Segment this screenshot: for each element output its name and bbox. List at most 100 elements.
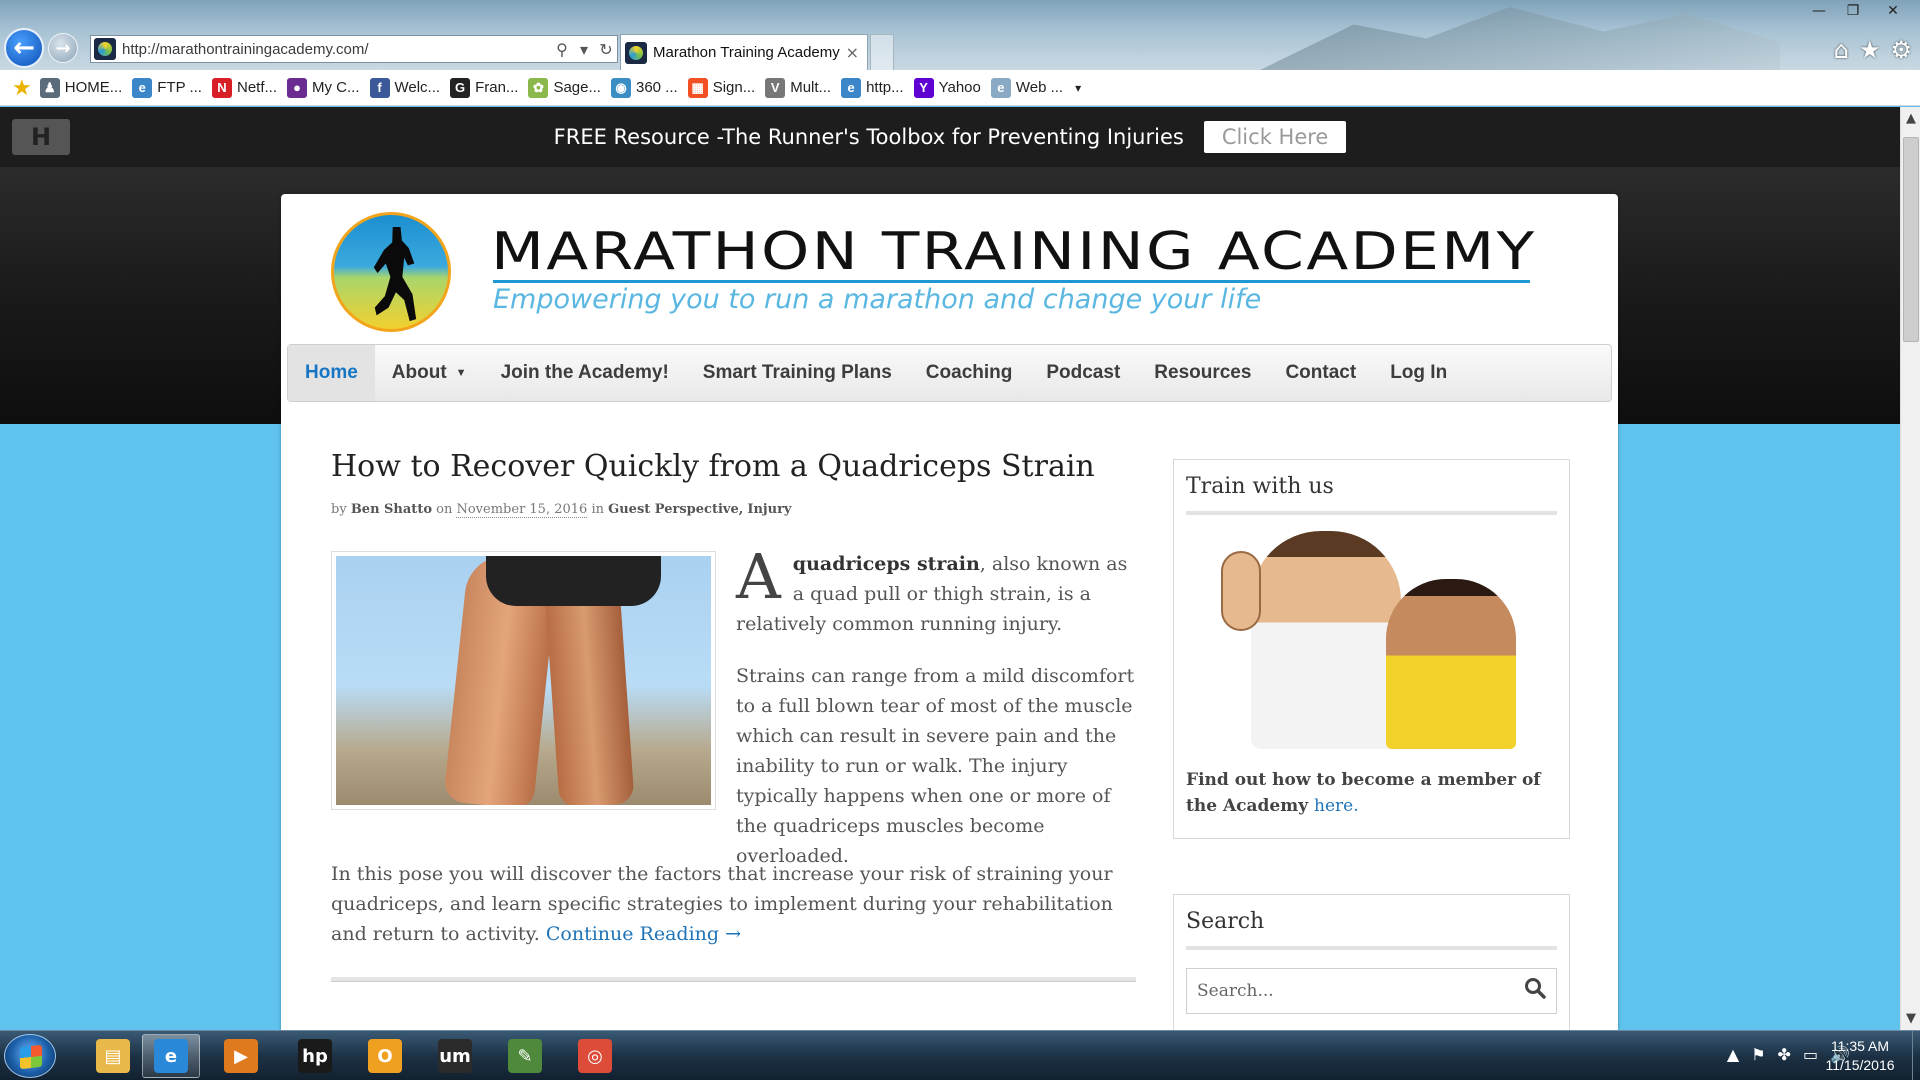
taskbar-evernote-button[interactable]: ✎: [496, 1034, 554, 1078]
forward-button[interactable]: →: [48, 33, 78, 63]
favorite-label: Netf...: [236, 79, 277, 96]
article-paragraph-3: In this pose you will discover the facto…: [331, 859, 1136, 949]
chevron-down-icon: ▼: [455, 367, 467, 379]
action-center-flag-icon[interactable]: ⚑: [1751, 1045, 1765, 1064]
back-icon: ←: [13, 33, 35, 63]
favorite-item[interactable]: f Welc...: [369, 77, 440, 98]
favorite-label: Sage...: [553, 79, 601, 96]
site-logo[interactable]: [331, 212, 451, 332]
favorite-site-icon: ●: [287, 77, 307, 98]
train-text-body: Find out how to become a member of the A…: [1186, 770, 1541, 816]
site-tagline: Empowering you to run a marathon and cha…: [493, 284, 1262, 315]
address-url[interactable]: http://marathontrainingacademy.com/: [122, 41, 551, 58]
favorite-item[interactable]: Y Yahoo: [913, 77, 981, 98]
tools-gear-icon[interactable]: ⚙: [1890, 36, 1912, 64]
taskbar-chrome-button[interactable]: ◎: [566, 1034, 624, 1078]
taskbar-internet-explorer-button[interactable]: e: [142, 1034, 200, 1078]
page-scrollbar[interactable]: ▲ ▼: [1900, 107, 1920, 1030]
start-button[interactable]: [4, 1034, 56, 1078]
scroll-up-icon[interactable]: ▲: [1901, 111, 1920, 126]
search-icon[interactable]: ⚲: [551, 40, 573, 59]
favorite-site-icon: G: [450, 77, 471, 98]
favorite-site-icon: f: [369, 77, 390, 98]
show-hidden-icons-icon[interactable]: ▲: [1727, 1045, 1739, 1064]
address-bar[interactable]: http://marathontrainingacademy.com/ ⚲ ▾ …: [90, 35, 618, 63]
restore-button[interactable]: ❐: [1836, 0, 1870, 22]
tab-close-icon[interactable]: ×: [846, 43, 859, 62]
continue-reading-link[interactable]: Continue Reading →: [546, 923, 741, 945]
favorite-item[interactable]: ✿ Sage...: [528, 77, 601, 98]
taskbar-um-app-button[interactable]: um: [426, 1034, 484, 1078]
scroll-thumb[interactable]: [1903, 137, 1919, 342]
taskbar-media-player-button[interactable]: ▶: [212, 1034, 270, 1078]
article-paragraph-2: Strains can range from a mild discomfort…: [736, 665, 1135, 867]
network-sync-icon[interactable]: ✤: [1778, 1045, 1791, 1064]
nav-item-smart-training-plans[interactable]: Smart Training Plans: [686, 345, 909, 401]
coaches-illustration[interactable]: [1221, 531, 1521, 751]
um-app-icon: um: [438, 1039, 472, 1073]
article-separator: [331, 977, 1136, 982]
favorites-more-icon[interactable]: ▾: [1075, 81, 1081, 95]
nav-item-label: Home: [305, 362, 358, 383]
nav-item-join-the-academy[interactable]: Join the Academy!: [484, 345, 686, 401]
favorite-item[interactable]: e Web ...: [990, 77, 1064, 98]
search-input[interactable]: [1197, 981, 1524, 1001]
search-widget-title: Search: [1186, 895, 1557, 950]
taskbar-file-explorer-button[interactable]: ▤: [84, 1034, 142, 1078]
favorite-label: Yahoo: [938, 79, 981, 96]
favorite-item[interactable]: V Mult...: [765, 77, 831, 98]
article-image[interactable]: [331, 551, 716, 810]
scroll-down-icon[interactable]: ▼: [1901, 1011, 1920, 1026]
back-button[interactable]: ←: [4, 28, 44, 68]
train-with-us-widget: Train with us Find out how to become a m…: [1173, 459, 1570, 839]
site-title[interactable]: MARATHON TRAINING ACADEMY: [491, 222, 1536, 282]
search-icon[interactable]: [1524, 977, 1546, 1005]
nav-item-contact[interactable]: Contact: [1268, 345, 1373, 401]
nav-item-resources[interactable]: Resources: [1137, 345, 1268, 401]
clock[interactable]: 11:35 AM 11/15/2016: [1810, 1037, 1910, 1075]
nav-item-coaching[interactable]: Coaching: [909, 345, 1030, 401]
author-link[interactable]: Ben Shatto: [351, 502, 432, 517]
nav-item-podcast[interactable]: Podcast: [1029, 345, 1137, 401]
favorite-item[interactable]: ♟ HOME...: [39, 77, 122, 98]
file-explorer-icon: ▤: [96, 1039, 130, 1073]
favorite-item[interactable]: e http...: [841, 77, 904, 98]
favorites-star-icon[interactable]: ★: [1859, 36, 1881, 64]
browser-toolbar-icons: ⌂ ★ ⚙: [1834, 36, 1912, 64]
favorite-label: Web ...: [1015, 79, 1064, 96]
taskbar-hp-button[interactable]: hp: [286, 1034, 344, 1078]
new-tab-button[interactable]: [870, 34, 894, 70]
train-here-link[interactable]: here.: [1314, 796, 1359, 816]
favorite-site-icon: ✿: [528, 77, 549, 98]
favorite-item[interactable]: ● My C...: [287, 77, 360, 98]
nav-item-about[interactable]: About ▼: [375, 345, 484, 401]
minimize-button[interactable]: —: [1802, 0, 1836, 22]
favorite-item[interactable]: G Fran...: [450, 77, 518, 98]
promo-click-here-button[interactable]: Click Here: [1203, 121, 1347, 153]
add-favorite-icon[interactable]: ★: [12, 75, 32, 101]
thumbs-up-icon: [1221, 551, 1261, 631]
nav-item-log-in[interactable]: Log In: [1373, 345, 1464, 401]
nav-item-home[interactable]: Home: [288, 345, 375, 401]
web-page: H FREE Resource -The Runner's Toolbox fo…: [0, 107, 1900, 1030]
favorite-item[interactable]: ◉ 360 ...: [610, 77, 678, 98]
close-window-button[interactable]: ✕: [1870, 0, 1916, 22]
promo-logo-icon[interactable]: H: [12, 119, 70, 155]
category-link-guest-perspective[interactable]: Guest Perspective: [608, 502, 739, 517]
search-box: [1186, 968, 1557, 1014]
article-title[interactable]: How to Recover Quickly from a Quadriceps…: [331, 449, 1136, 484]
category-link-injury[interactable]: Injury: [747, 502, 791, 517]
dropdown-icon[interactable]: ▾: [573, 40, 595, 59]
main-nav: Home About ▼ Join the Academy! Smart Trainin…: [287, 344, 1612, 402]
show-desktop-button[interactable]: [1912, 1031, 1920, 1080]
favorite-item[interactable]: ▦ Sign...: [687, 77, 755, 98]
media-player-icon: ▶: [224, 1039, 258, 1073]
favorite-site-icon: ♟: [39, 77, 60, 98]
taskbar-outlook-button[interactable]: O: [356, 1034, 414, 1078]
tab-marathon-training-academy[interactable]: Marathon Training Academy ×: [620, 34, 868, 70]
refresh-icon[interactable]: ↻: [595, 40, 617, 59]
favorite-item[interactable]: e FTP ...: [132, 77, 202, 98]
favorite-item[interactable]: N Netf...: [211, 77, 277, 98]
home-icon[interactable]: ⌂: [1834, 36, 1849, 64]
nav-item-label: About: [391, 362, 447, 383]
